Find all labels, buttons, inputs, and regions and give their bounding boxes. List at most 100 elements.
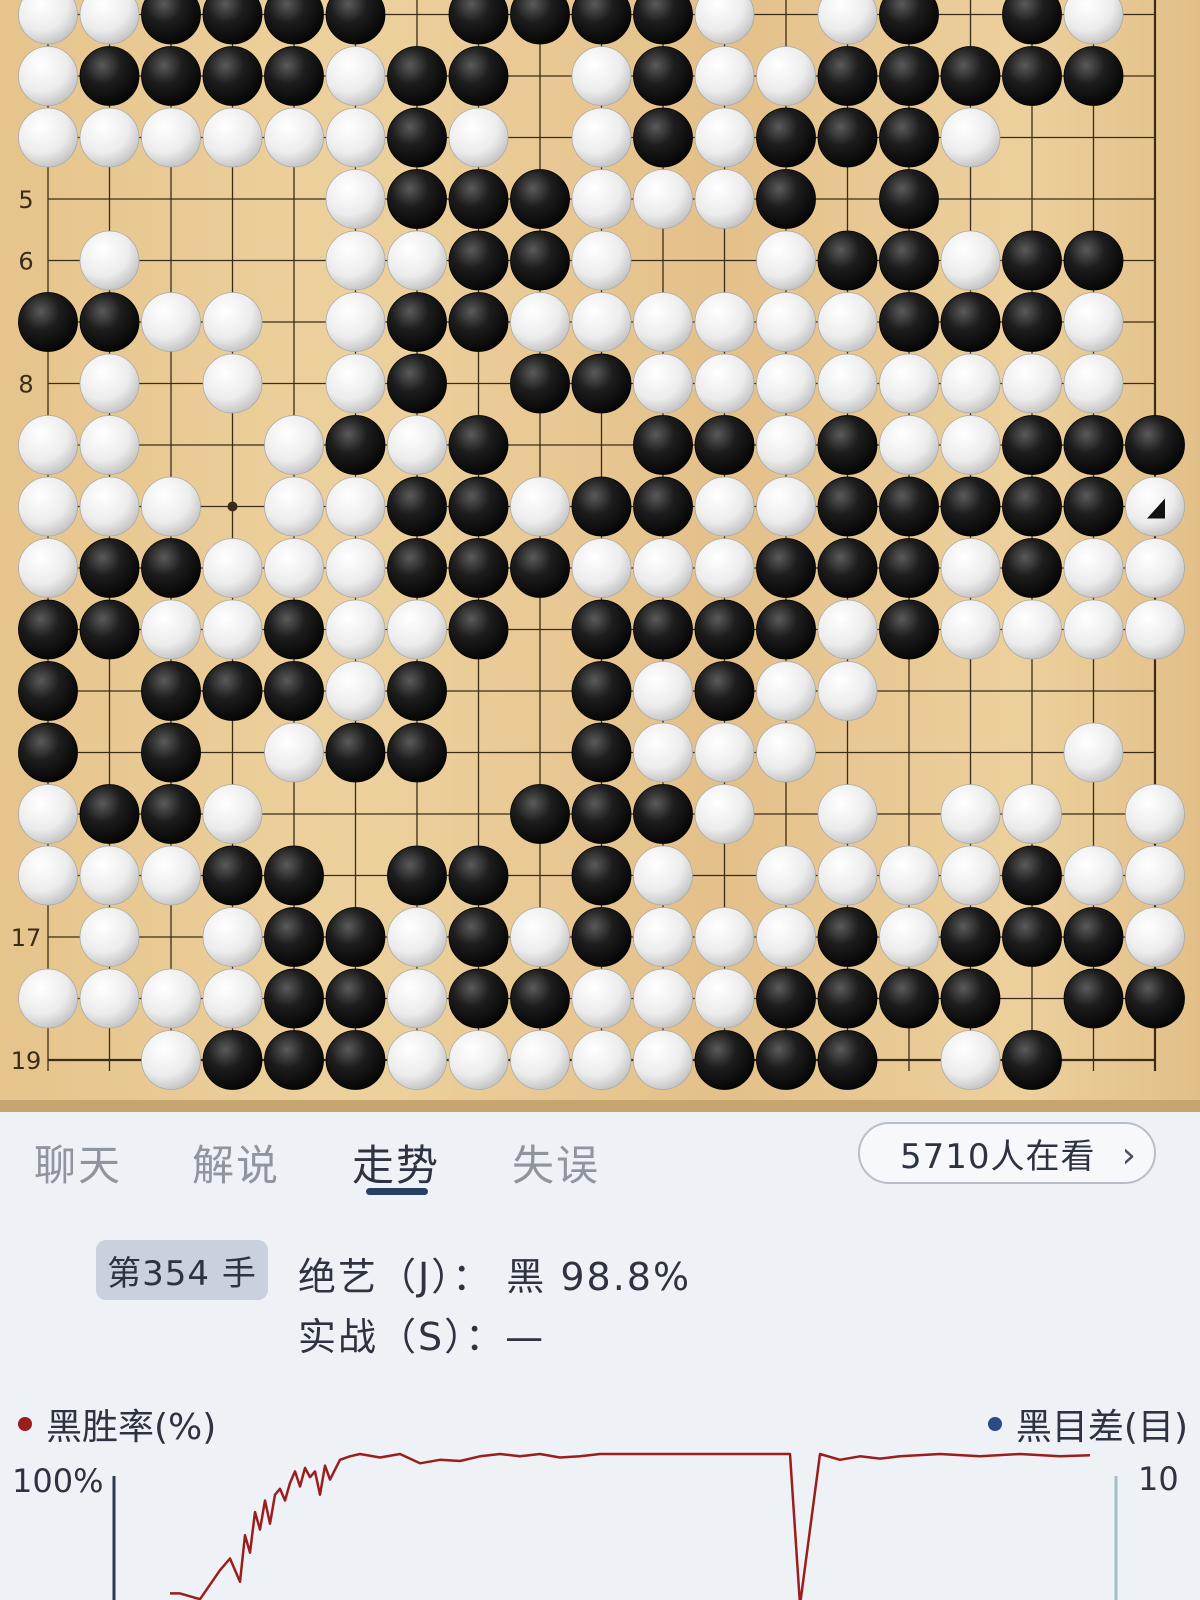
black-stone bbox=[79, 599, 140, 660]
viewers-count: 5710人在看 bbox=[900, 1136, 1096, 1177]
tab-commentary[interactable]: 解说 bbox=[192, 1132, 280, 1193]
black-stone bbox=[817, 968, 878, 1029]
black-stone bbox=[817, 46, 878, 106]
black-stone bbox=[1063, 968, 1124, 1029]
white-stone bbox=[18, 476, 78, 537]
ai-winrate-line: 绝艺（J）： 黑 98.8% bbox=[298, 1255, 692, 1299]
active-tab-indicator bbox=[366, 1188, 428, 1195]
white-stone bbox=[694, 784, 755, 844]
white-stone bbox=[940, 230, 1001, 291]
tab-mistakes[interactable]: 失误 bbox=[512, 1132, 600, 1193]
white-stone bbox=[79, 353, 140, 414]
black-stone bbox=[79, 292, 140, 352]
row-label: 19 bbox=[11, 1047, 42, 1075]
black-stone bbox=[264, 599, 324, 660]
black-stone bbox=[1063, 415, 1124, 475]
black-stone bbox=[571, 353, 632, 414]
white-stone bbox=[879, 907, 939, 967]
black-stone bbox=[571, 784, 632, 844]
white-stone bbox=[202, 292, 263, 352]
white-stone bbox=[510, 292, 570, 352]
white-stone bbox=[325, 169, 386, 229]
white-stone bbox=[264, 538, 324, 598]
black-stone bbox=[79, 46, 140, 106]
white-stone bbox=[633, 661, 693, 721]
black-stone bbox=[387, 722, 447, 783]
black-stone bbox=[448, 46, 509, 106]
white-stone bbox=[633, 538, 693, 598]
tab-trend[interactable]: 走势 bbox=[352, 1132, 440, 1193]
white-stone bbox=[940, 107, 1001, 168]
white-stone bbox=[1063, 0, 1124, 45]
black-stone bbox=[448, 599, 509, 660]
trend-chart[interactable] bbox=[0, 1440, 1200, 1600]
star-point bbox=[227, 501, 238, 512]
white-stone bbox=[571, 538, 632, 598]
black-stone bbox=[940, 292, 1001, 352]
white-stone bbox=[448, 107, 509, 168]
black-stone bbox=[448, 845, 509, 906]
black-stone bbox=[571, 599, 632, 660]
white-stone bbox=[940, 415, 1001, 475]
white-stone bbox=[510, 476, 570, 537]
white-stone bbox=[141, 107, 201, 168]
white-stone bbox=[694, 968, 755, 1029]
black-stone bbox=[510, 353, 570, 414]
white-stone bbox=[387, 230, 447, 291]
black-stone bbox=[325, 722, 386, 783]
black-stone bbox=[879, 46, 939, 106]
black-stone bbox=[1063, 230, 1124, 291]
black-stone bbox=[879, 968, 939, 1029]
white-stone bbox=[1063, 353, 1124, 414]
viewers-button[interactable]: 5710人在看 › bbox=[858, 1122, 1156, 1184]
board-grid[interactable]: 5 6 8 17 19 bbox=[0, 0, 1200, 1112]
white-stone bbox=[79, 476, 140, 537]
black-stone bbox=[817, 1030, 878, 1090]
white-stone bbox=[448, 1030, 509, 1090]
black-stone bbox=[264, 845, 324, 906]
white-stone bbox=[940, 1030, 1001, 1090]
tab-chat[interactable]: 聊天 bbox=[34, 1132, 122, 1193]
white-stone bbox=[325, 538, 386, 598]
black-stone bbox=[633, 415, 693, 475]
white-stone bbox=[1002, 599, 1062, 660]
white-stone bbox=[940, 784, 1001, 844]
white-stone bbox=[1125, 907, 1185, 967]
black-stone bbox=[756, 599, 816, 660]
white-stone bbox=[264, 476, 324, 537]
white-stone bbox=[202, 353, 263, 414]
white-stone bbox=[18, 968, 78, 1029]
black-stone bbox=[325, 0, 386, 45]
white-stone bbox=[756, 415, 816, 475]
white-stone bbox=[325, 107, 386, 168]
black-stone bbox=[817, 415, 878, 475]
row-label: 6 bbox=[18, 248, 33, 276]
white-stone bbox=[940, 599, 1001, 660]
black-stone bbox=[571, 722, 632, 783]
white-stone bbox=[694, 907, 755, 967]
white-stone bbox=[1002, 353, 1062, 414]
black-stone bbox=[387, 292, 447, 352]
white-stone bbox=[879, 415, 939, 475]
white-stone bbox=[571, 107, 632, 168]
black-stone bbox=[1002, 230, 1062, 291]
white-stone bbox=[141, 845, 201, 906]
black-stone bbox=[202, 46, 263, 106]
black-stone bbox=[448, 476, 509, 537]
white-stone bbox=[387, 968, 447, 1029]
go-board[interactable]: 5 6 8 17 19 bbox=[0, 0, 1200, 1112]
white-stone bbox=[694, 353, 755, 414]
black-stone bbox=[448, 292, 509, 352]
white-stone bbox=[571, 46, 632, 106]
white-stone bbox=[633, 907, 693, 967]
white-stone bbox=[1125, 784, 1185, 844]
white-stone bbox=[694, 169, 755, 229]
black-stone bbox=[141, 784, 201, 844]
white-stone bbox=[879, 845, 939, 906]
black-stone bbox=[817, 907, 878, 967]
black-stone bbox=[940, 476, 1001, 537]
white-stone bbox=[756, 353, 816, 414]
white-stone bbox=[387, 907, 447, 967]
white-stone bbox=[1063, 599, 1124, 660]
white-stone bbox=[817, 599, 878, 660]
